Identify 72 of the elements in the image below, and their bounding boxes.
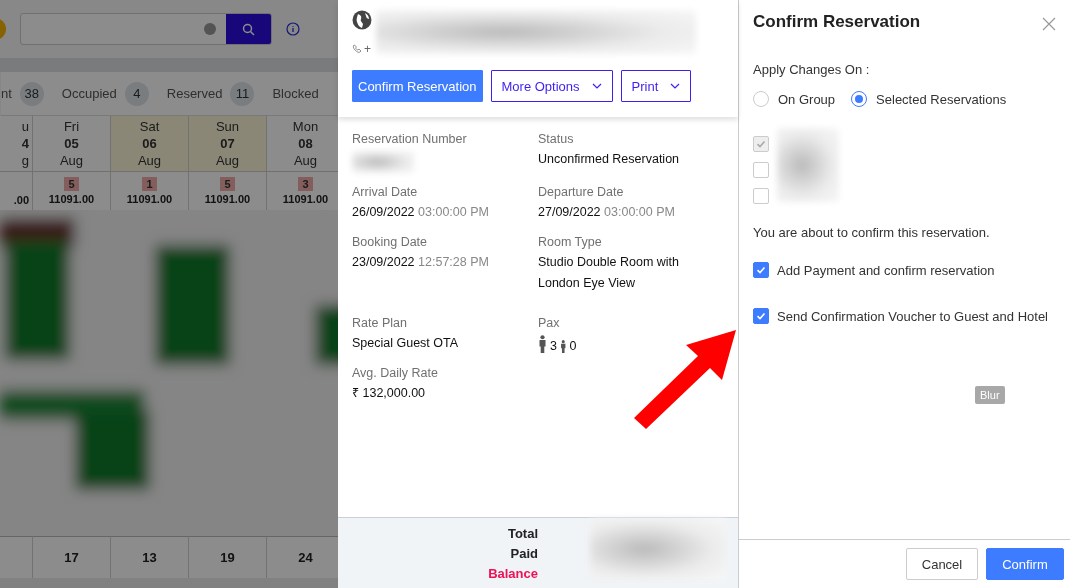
- check-icon: [756, 311, 766, 321]
- field-value: Special Guest OTA: [352, 335, 460, 352]
- option-checkbox[interactable]: Add Payment and confirm reservation: [753, 262, 1056, 278]
- field-label: Departure Date: [538, 185, 625, 199]
- field-value: 23/09/2022 12:57:28 PM: [352, 254, 490, 271]
- clear-icon[interactable]: [204, 23, 216, 35]
- close-icon: [1042, 17, 1056, 31]
- reservation-checkbox[interactable]: [753, 162, 769, 178]
- availability-count: 5: [220, 177, 235, 191]
- day-header: Sat 06 Aug: [111, 116, 189, 172]
- rate-price: 11091.00: [126, 193, 173, 205]
- status-label: Reserved: [166, 86, 223, 101]
- confirm-reservation-button[interactable]: Confirm Reservation: [352, 70, 483, 102]
- phone-icon: [352, 44, 362, 54]
- dropdown-button[interactable]: More Options: [490, 70, 613, 102]
- child-count: 0: [569, 339, 577, 353]
- summary-label: Balance: [488, 566, 538, 581]
- cancel-button[interactable]: Cancel: [906, 548, 978, 580]
- reservation-checkbox[interactable]: [753, 188, 769, 204]
- field-label: Reservation Number: [352, 132, 468, 146]
- status-label: Blocked: [272, 86, 319, 101]
- rate-price: 11091.00: [282, 193, 329, 205]
- rate-price: 11091.00: [204, 193, 251, 205]
- scope-radio[interactable]: Selected Reservations: [851, 91, 1007, 107]
- status-label: nt: [1, 86, 12, 101]
- check-icon: [756, 265, 766, 275]
- rate-price: .00: [13, 193, 29, 206]
- availability-count: 3: [298, 177, 313, 191]
- person-icon: [538, 335, 547, 353]
- summary-label: Total: [507, 526, 538, 541]
- close-button[interactable]: [1042, 17, 1056, 31]
- field-label: Booking Date: [352, 235, 429, 249]
- field-label: Room Type: [538, 235, 603, 249]
- field-value: ₹ 132,000.00: [352, 385, 427, 402]
- field-label: Status: [538, 132, 575, 146]
- field-value: Studio Double Room with London Eye View: [538, 254, 681, 292]
- adult-count: 3: [550, 339, 557, 353]
- status-label: Occupied: [61, 86, 117, 101]
- field-value: Unconfirmed Reservation: [538, 151, 681, 168]
- chevron-down-icon: [591, 83, 602, 89]
- field-value: 27/09/2022 03:00:00 PM: [538, 204, 676, 221]
- redacted-blur: [352, 151, 414, 173]
- field-value: 26/09/2022 03:00:00 PM: [352, 204, 490, 221]
- field-label: Rate Plan: [352, 316, 408, 330]
- globe-icon: [352, 10, 372, 30]
- day-header: Sun 07 Aug: [189, 116, 267, 172]
- confirm-message: You are about to confirm this reservation.: [753, 225, 991, 240]
- scope-radio[interactable]: On Group: [753, 91, 836, 107]
- status-count: 38: [19, 81, 44, 106]
- option-checkbox[interactable]: Send Confirmation Voucher to Guest and Hotel: [753, 308, 1056, 324]
- search-button[interactable]: [226, 14, 271, 44]
- info-icon[interactable]: [286, 22, 300, 36]
- phone-prefix: +: [364, 42, 371, 56]
- blur-tag: Blur: [975, 386, 1005, 404]
- rate-price: 11091.00: [48, 193, 95, 205]
- availability-count: 5: [64, 177, 79, 191]
- check-icon: [756, 139, 766, 149]
- chevron-down-icon: [670, 83, 681, 89]
- field-label: Pax: [538, 316, 561, 330]
- dialog-title: Confirm Reservation: [753, 12, 921, 32]
- person-icon: [559, 340, 567, 353]
- search-field[interactable]: [20, 13, 272, 45]
- availability-count: 1: [142, 177, 157, 191]
- search-icon: [242, 22, 255, 36]
- field-label: Arrival Date: [352, 185, 419, 199]
- status-count: 11: [230, 81, 255, 106]
- confirm-button[interactable]: Confirm: [986, 548, 1064, 580]
- dropdown-button[interactable]: Print: [620, 70, 692, 102]
- summary-label: Paid: [510, 546, 538, 561]
- field-label: Avg. Daily Rate: [352, 366, 439, 380]
- status-count: 4: [124, 81, 149, 106]
- apply-label: Apply Changes On :: [753, 62, 871, 77]
